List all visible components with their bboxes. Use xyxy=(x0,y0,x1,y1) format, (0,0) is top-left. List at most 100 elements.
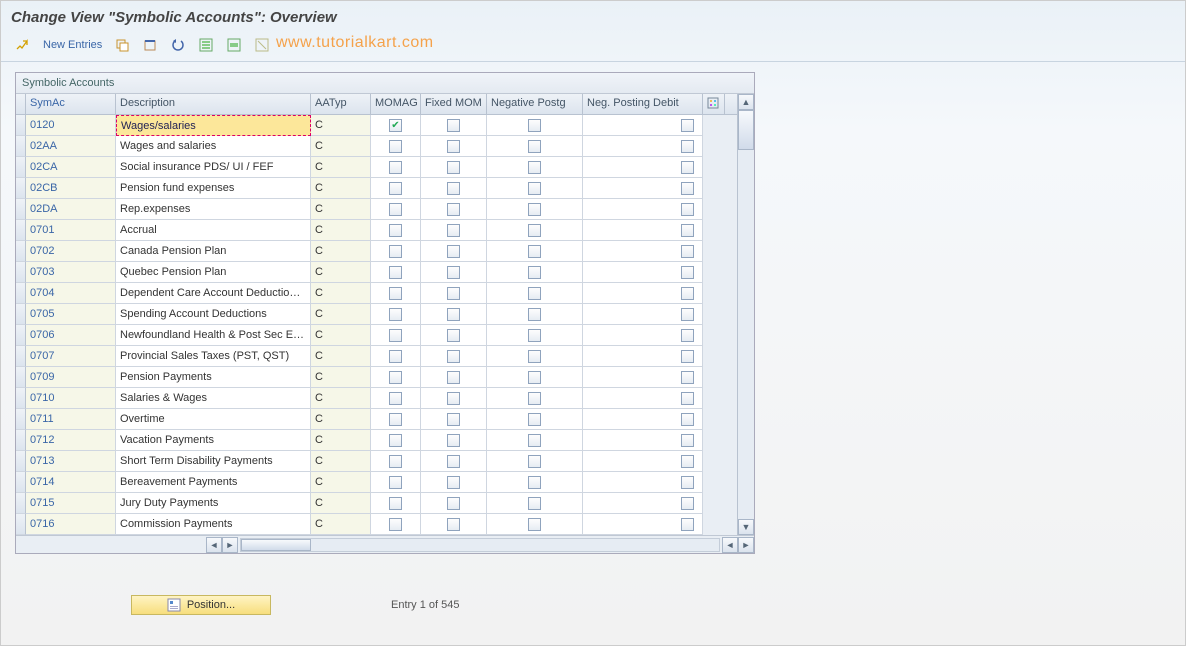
checkbox[interactable] xyxy=(681,413,694,426)
cell-description[interactable]: Wages/salaries xyxy=(116,115,311,136)
cell-neg-posting-debit[interactable] xyxy=(583,262,703,283)
cell-aatyp[interactable]: C xyxy=(311,241,371,262)
cell-symac[interactable]: 0703 xyxy=(26,262,116,283)
col-fixed-mom[interactable]: Fixed MOM xyxy=(421,94,487,114)
checkbox[interactable] xyxy=(447,119,460,132)
scroll-down-arrow[interactable]: ▼ xyxy=(738,519,754,535)
row-selector[interactable] xyxy=(16,472,26,493)
cell-negative-postg[interactable] xyxy=(487,388,583,409)
table-row[interactable]: 0712Vacation PaymentsC xyxy=(16,430,737,451)
cell-neg-posting-debit[interactable] xyxy=(583,472,703,493)
cell-neg-posting-debit[interactable] xyxy=(583,493,703,514)
checkbox[interactable] xyxy=(681,476,694,489)
table-row[interactable]: 0711OvertimeC xyxy=(16,409,737,430)
cell-momag[interactable] xyxy=(371,262,421,283)
row-selector[interactable] xyxy=(16,178,26,199)
cell-negative-postg[interactable] xyxy=(487,514,583,535)
cell-symac[interactable]: 02AA xyxy=(26,136,116,157)
cell-symac[interactable]: 02CA xyxy=(26,157,116,178)
checkbox[interactable] xyxy=(447,392,460,405)
new-entries-button[interactable]: New Entries xyxy=(39,35,106,55)
cell-momag[interactable] xyxy=(371,283,421,304)
cell-symac[interactable]: 02DA xyxy=(26,199,116,220)
cell-neg-posting-debit[interactable] xyxy=(583,157,703,178)
row-selector[interactable] xyxy=(16,451,26,472)
checkbox[interactable] xyxy=(447,371,460,384)
checkbox[interactable] xyxy=(681,518,694,531)
checkbox[interactable] xyxy=(528,224,541,237)
cell-symac[interactable]: 0701 xyxy=(26,220,116,241)
checkbox[interactable] xyxy=(389,140,402,153)
table-row[interactable]: 0710Salaries & WagesC xyxy=(16,388,737,409)
checkbox[interactable] xyxy=(681,266,694,279)
row-selector[interactable] xyxy=(16,283,26,304)
table-row[interactable]: 0714Bereavement PaymentsC xyxy=(16,472,737,493)
cell-neg-posting-debit[interactable] xyxy=(583,325,703,346)
cell-neg-posting-debit[interactable] xyxy=(583,409,703,430)
checkbox[interactable] xyxy=(528,329,541,342)
cell-momag[interactable] xyxy=(371,493,421,514)
checkbox[interactable] xyxy=(447,497,460,510)
cell-momag[interactable] xyxy=(371,157,421,178)
checkbox[interactable] xyxy=(389,203,402,216)
cell-momag[interactable] xyxy=(371,430,421,451)
cell-aatyp[interactable]: C xyxy=(311,220,371,241)
cell-negative-postg[interactable] xyxy=(487,346,583,367)
checkbox[interactable] xyxy=(681,434,694,447)
cell-momag[interactable] xyxy=(371,346,421,367)
checkbox[interactable] xyxy=(528,350,541,363)
cell-description[interactable]: Quebec Pension Plan xyxy=(116,262,311,283)
cell-aatyp[interactable]: C xyxy=(311,346,371,367)
cell-aatyp[interactable]: C xyxy=(311,430,371,451)
checkbox[interactable]: ✔ xyxy=(389,119,402,132)
checkbox[interactable] xyxy=(389,497,402,510)
checkbox[interactable] xyxy=(681,203,694,216)
cell-description[interactable]: Pension fund expenses xyxy=(116,178,311,199)
col-neg-posting-debit[interactable]: Neg. Posting Debit xyxy=(583,94,703,114)
table-row[interactable]: 02DARep.expensesC xyxy=(16,199,737,220)
checkbox[interactable] xyxy=(447,455,460,468)
cell-negative-postg[interactable] xyxy=(487,325,583,346)
table-row[interactable]: 0707Provincial Sales Taxes (PST, QST)C xyxy=(16,346,737,367)
cell-description[interactable]: Bereavement Payments xyxy=(116,472,311,493)
checkbox[interactable] xyxy=(528,497,541,510)
cell-negative-postg[interactable] xyxy=(487,367,583,388)
col-description[interactable]: Description xyxy=(116,94,311,114)
deselect-all-icon[interactable] xyxy=(250,35,274,55)
cell-symac[interactable]: 0713 xyxy=(26,451,116,472)
table-row[interactable]: 0704Dependent Care Account Deductio…C xyxy=(16,283,737,304)
scroll-right-arrow-2[interactable]: ► xyxy=(738,537,754,553)
row-selector[interactable] xyxy=(16,409,26,430)
checkbox[interactable] xyxy=(681,371,694,384)
checkbox[interactable] xyxy=(528,140,541,153)
checkbox[interactable] xyxy=(389,518,402,531)
checkbox[interactable] xyxy=(389,476,402,489)
cell-description[interactable]: Salaries & Wages xyxy=(116,388,311,409)
row-selector[interactable] xyxy=(16,157,26,178)
cell-fixed-mom[interactable] xyxy=(421,241,487,262)
table-settings-icon[interactable] xyxy=(703,94,725,114)
checkbox[interactable] xyxy=(447,266,460,279)
cell-description[interactable]: Accrual xyxy=(116,220,311,241)
toggle-display-icon[interactable] xyxy=(11,35,35,55)
checkbox[interactable] xyxy=(389,350,402,363)
col-symac[interactable]: SymAc xyxy=(26,94,116,114)
checkbox[interactable] xyxy=(447,350,460,363)
row-selector[interactable] xyxy=(16,367,26,388)
checkbox[interactable] xyxy=(528,119,541,132)
cell-symac[interactable]: 0702 xyxy=(26,241,116,262)
cell-negative-postg[interactable] xyxy=(487,178,583,199)
cell-description[interactable]: Jury Duty Payments xyxy=(116,493,311,514)
checkbox[interactable] xyxy=(447,434,460,447)
cell-negative-postg[interactable] xyxy=(487,157,583,178)
cell-momag[interactable] xyxy=(371,199,421,220)
checkbox[interactable] xyxy=(389,182,402,195)
checkbox[interactable] xyxy=(447,287,460,300)
cell-description[interactable]: Overtime xyxy=(116,409,311,430)
checkbox[interactable] xyxy=(389,287,402,300)
cell-symac[interactable]: 0120 xyxy=(26,115,116,136)
cell-neg-posting-debit[interactable] xyxy=(583,115,703,136)
row-selector[interactable] xyxy=(16,514,26,535)
table-row[interactable]: 0703Quebec Pension PlanC xyxy=(16,262,737,283)
checkbox[interactable] xyxy=(447,329,460,342)
